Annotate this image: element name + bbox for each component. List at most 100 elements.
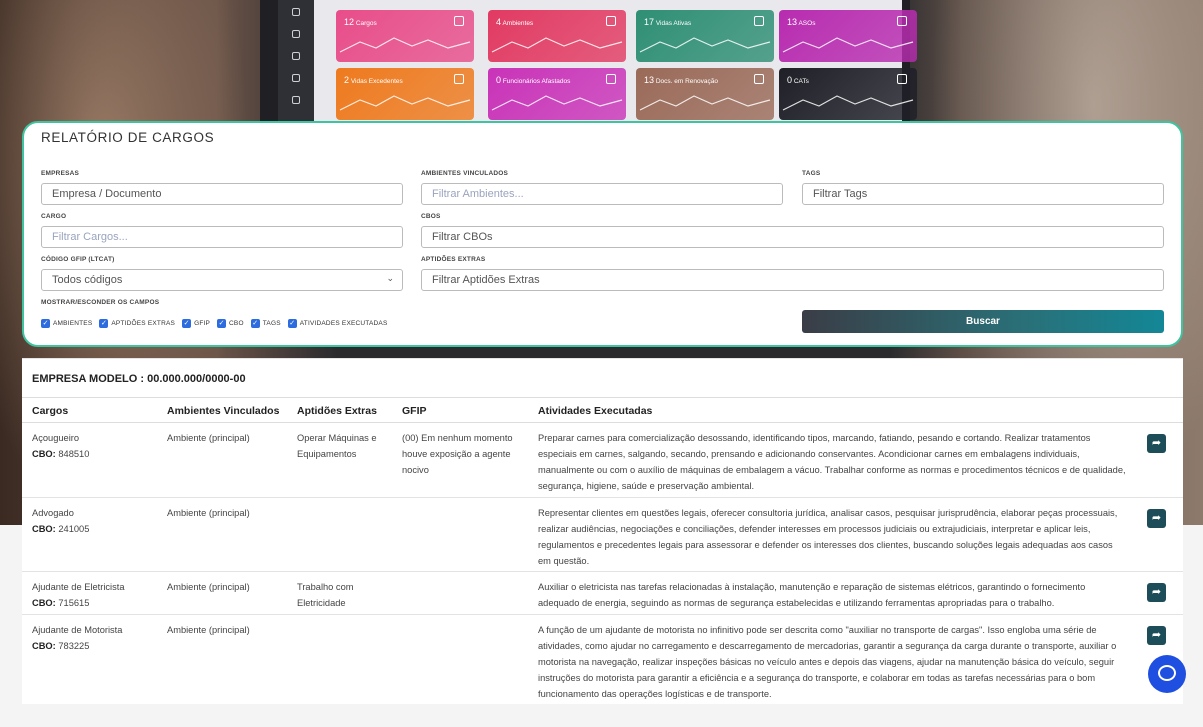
dashboard-card[interactable]: 0 CATs xyxy=(779,68,917,120)
dashboard-card[interactable]: 13 ASOs xyxy=(779,10,917,62)
card-icon xyxy=(897,74,907,84)
card-label: Cargos xyxy=(355,20,377,27)
tags-input[interactable]: Filtrar Tags xyxy=(802,183,1164,205)
atividades-cell: A função de um ajudante de motorista no … xyxy=(538,625,1117,699)
checkbox-label: ATIVIDADES EXECUTADAS xyxy=(299,320,388,327)
sparkline xyxy=(339,95,471,111)
atividades-cell: Preparar carnes para comercialização des… xyxy=(538,433,1126,491)
checkbox[interactable]: ✓ xyxy=(287,319,297,328)
sparkline xyxy=(491,95,623,111)
card-count: 17 xyxy=(644,17,655,27)
cbo-code: 241005 xyxy=(58,524,90,534)
dashboard-card[interactable]: 2 Vidas Excedentes xyxy=(336,68,474,120)
card-count: 4 xyxy=(496,17,502,27)
cargo-name: Ajudante de Motorista xyxy=(32,625,123,635)
card-count: 0 xyxy=(496,75,502,85)
share-icon[interactable]: ➦ xyxy=(1147,626,1166,645)
cargo-name: Açougueiro xyxy=(32,433,80,443)
empresas-label: EMPRESAS xyxy=(41,170,80,177)
dashboard-sidebar xyxy=(278,0,314,125)
table-row: Açougueiro CBO: 848510 Ambiente (principal… xyxy=(22,423,1183,498)
aptidoes-cell: Operar Máquinas e Equipamentos xyxy=(297,433,377,459)
dashboard-card[interactable]: 4 Ambientes xyxy=(488,10,626,62)
cargo-name: Advogado xyxy=(32,508,74,518)
gfip-select[interactable]: Todos códigos ⌄ xyxy=(41,269,403,291)
ambiente-cell: Ambiente (principal) xyxy=(167,582,250,592)
checkbox[interactable]: ✓ xyxy=(217,319,227,328)
ambiente-cell: Ambiente (principal) xyxy=(167,625,250,635)
ambientes-input[interactable]: Filtrar Ambientes... xyxy=(421,183,783,205)
atividades-cell: Auxiliar o eletricista nas tarefas relac… xyxy=(538,582,1086,608)
atividades-cell: Representar clientes em questões legais,… xyxy=(538,508,1118,566)
cbo-prefix: CBO: xyxy=(32,524,56,534)
home-icon xyxy=(292,8,300,16)
card-count: 12 xyxy=(344,17,355,27)
ambiente-cell: Ambiente (principal) xyxy=(167,433,250,443)
dashboard-card[interactable]: 0 Funcionários Afastados xyxy=(488,68,626,120)
card-label: Ambientes xyxy=(502,20,534,27)
checkbox-label: TAGS xyxy=(262,320,281,327)
cbo-code: 715615 xyxy=(58,598,90,608)
card-label: Funcionários Afastados xyxy=(502,78,571,85)
cbo-code: 848510 xyxy=(58,449,90,459)
sparkline xyxy=(782,95,914,111)
cargo-label: CARGO xyxy=(41,213,67,220)
users-icon xyxy=(292,96,300,104)
card-icon xyxy=(754,16,764,26)
cargo-input[interactable]: Filtrar Cargos... xyxy=(41,226,403,248)
aptidoes-label: APTIDÕES EXTRAS xyxy=(421,256,486,263)
aptidoes-input[interactable]: Filtrar Aptidões Extras xyxy=(421,269,1164,291)
dashboard-card[interactable]: 13 Docs. em Renovação xyxy=(636,68,774,120)
checkbox-label: APTIDÕES EXTRAS xyxy=(111,320,176,327)
chat-button[interactable] xyxy=(1148,655,1186,693)
checkbox[interactable]: ✓ xyxy=(250,319,260,328)
shield-icon xyxy=(292,52,300,60)
card-icon xyxy=(754,74,764,84)
gfip-select-value: Todos códigos xyxy=(52,274,123,286)
card-label: Docs. em Renovação xyxy=(655,78,718,85)
card-count: 0 xyxy=(787,75,793,85)
sparkline xyxy=(491,37,623,53)
company-heading: EMPRESA MODELO : 00.000.000/0000-00 xyxy=(32,373,246,385)
cargo-name: Ajudante de Eletricista xyxy=(32,582,125,592)
sparkline xyxy=(639,37,771,53)
share-icon[interactable]: ➦ xyxy=(1147,583,1166,602)
chevron-down-icon: ⌄ xyxy=(386,273,394,283)
field-toggle-checkboxes: ✓ AMBIENTES ✓ APTIDÕES EXTRAS ✓ GFIP ✓ CBO ✓ TAGS… xyxy=(41,319,395,328)
building-icon xyxy=(292,74,300,82)
sparkline xyxy=(639,95,771,111)
cbo-prefix: CBO: xyxy=(32,598,56,608)
sparkline xyxy=(339,37,471,53)
empresas-input[interactable]: Empresa / Documento xyxy=(41,183,403,205)
card-label: ASOs xyxy=(798,20,816,27)
card-label: CATs xyxy=(793,78,809,85)
search-button[interactable]: Buscar xyxy=(802,310,1164,333)
table-row: Ajudante de Motorista CBO: 783225 Ambiente… xyxy=(22,615,1183,704)
checkbox[interactable]: ✓ xyxy=(99,319,109,328)
checkbox[interactable]: ✓ xyxy=(182,319,192,328)
chat-bubble-icon xyxy=(1158,665,1176,681)
calendar-icon xyxy=(292,30,300,38)
toggle-fields-label: MOSTRAR/ESCONDER OS CAMPOS xyxy=(41,299,160,306)
cbos-input[interactable]: Filtrar CBOs xyxy=(421,226,1164,248)
sparkline xyxy=(782,37,914,53)
results-table: EMPRESA MODELO : 00.000.000/0000-00 Carg… xyxy=(22,358,1183,704)
share-icon[interactable]: ➦ xyxy=(1147,434,1166,453)
card-icon xyxy=(897,16,907,26)
column-header-aptidoes: Aptidões Extras xyxy=(297,405,377,417)
tags-label: TAGS xyxy=(802,170,821,177)
card-label: Vidas Ativas xyxy=(655,20,692,27)
card-icon xyxy=(454,16,464,26)
divider xyxy=(22,397,1183,398)
column-header-gfip: GFIP xyxy=(402,405,427,417)
checkbox[interactable]: ✓ xyxy=(41,319,50,328)
card-icon xyxy=(606,16,616,26)
dashboard-card[interactable]: 12 Cargos xyxy=(336,10,474,62)
dashboard-card[interactable]: 17 Vidas Ativas xyxy=(636,10,774,62)
cbo-prefix: CBO: xyxy=(32,641,56,651)
gfip-cell: (00) Em nenhum momento houve exposição a… xyxy=(402,433,513,475)
share-icon[interactable]: ➦ xyxy=(1147,509,1166,528)
gfip-label: CÓDIGO GFIP (LTCAT) xyxy=(41,256,115,263)
cbo-prefix: CBO: xyxy=(32,449,56,459)
cbos-label: CBOS xyxy=(421,213,441,220)
